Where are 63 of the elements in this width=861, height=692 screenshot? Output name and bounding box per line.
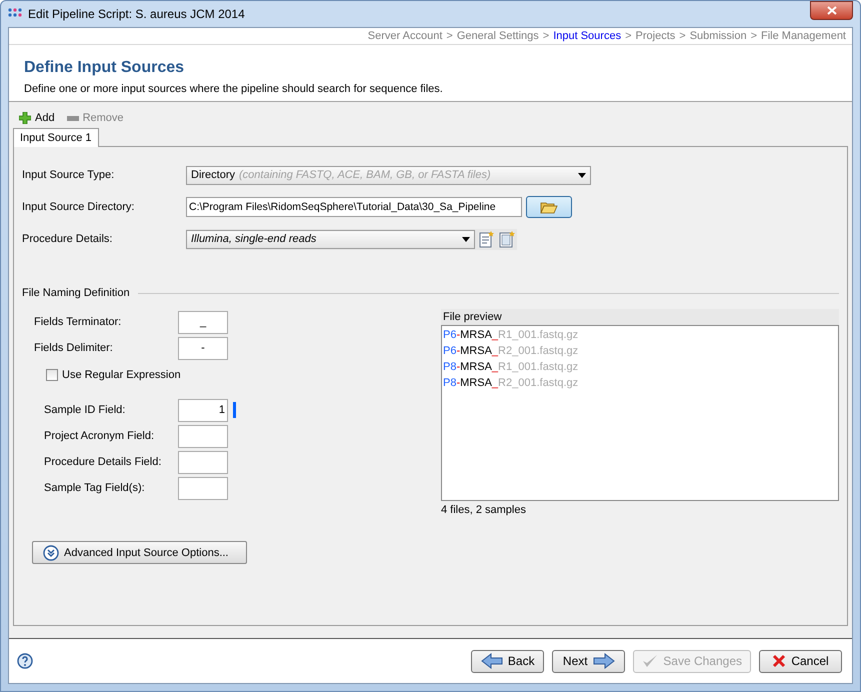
edit-document-icon[interactable] <box>479 230 495 248</box>
checkbox[interactable] <box>46 369 58 381</box>
breadcrumb-link[interactable]: File Management <box>761 30 846 42</box>
breadcrumb-link[interactable]: Projects <box>636 30 676 42</box>
dropdown-arrow-icon <box>578 172 586 178</box>
input-field[interactable]: _ <box>178 310 228 334</box>
new-document-icon[interactable] <box>499 230 515 248</box>
breadcrumb-link[interactable]: Input Sources <box>553 30 622 42</box>
source-type-dropdown[interactable]: Directory (containing FASTQ, ACE, BAM, GB, or FASTA files) <box>186 166 591 184</box>
input-field[interactable]: - <box>178 336 228 360</box>
breadcrumb-link[interactable]: General Settings <box>456 30 539 42</box>
file-name: P6-MRSA_R2_001.fastq.gz <box>443 344 580 359</box>
field-label: Sample ID Field: <box>43 404 126 416</box>
right-arrow-icon <box>592 653 615 669</box>
left-arrow-icon <box>480 653 503 669</box>
field-label: Sample Tag Field(s): <box>43 482 146 494</box>
folder-icon <box>540 200 558 214</box>
field-label: Project Acronym Field: <box>43 430 156 442</box>
input-field[interactable] <box>178 424 228 448</box>
field-label: Input Source Directory: <box>22 201 136 213</box>
advanced-options-button[interactable]: Advanced Input Source Options... <box>32 541 247 564</box>
checkmark-icon <box>642 654 658 668</box>
field-label: Procedure Details: <box>22 233 114 245</box>
directory-field[interactable]: C:\Program Files\RidomSeqSphere\Tutorial_Data\30_Sa_Pipeline <box>186 197 522 217</box>
field-label: Procedure Details Field: <box>43 456 162 468</box>
plus-icon <box>19 112 31 124</box>
close-button[interactable] <box>810 1 853 20</box>
breadcrumb-separator: > <box>750 30 757 42</box>
file-name: P8-MRSA_R2_001.fastq.gz <box>443 376 580 391</box>
add-button[interactable]: Add <box>19 112 55 124</box>
browse-button[interactable] <box>526 196 572 218</box>
input-field[interactable]: 1 <box>178 398 228 422</box>
close-icon <box>826 6 836 15</box>
file-name: P8-MRSA_R1_001.fastq.gz <box>443 360 580 375</box>
field-label: Input Source Type: <box>22 169 116 181</box>
close-icon <box>772 654 786 668</box>
breadcrumb-separator: > <box>542 30 550 42</box>
breadcrumb-separator: > <box>625 30 632 42</box>
field-label: Fields Terminator: <box>33 316 122 328</box>
tab[interactable]: Input Source 1 <box>13 128 99 147</box>
window-title: Edit Pipeline Script: S. aureus JCM 2014 <box>28 7 246 21</box>
checkbox-label: Use Regular Expression <box>62 369 181 381</box>
back-button[interactable]: Back <box>471 650 544 672</box>
breadcrumb-link[interactable]: Submission <box>690 30 747 42</box>
breadcrumb-separator: > <box>679 30 686 42</box>
section-title: File Naming Definition <box>22 287 130 299</box>
page-title: Define Input Sources <box>23 58 186 78</box>
expand-icon <box>43 544 59 560</box>
input-field[interactable] <box>178 476 228 500</box>
minus-icon <box>66 116 79 120</box>
cancel-button[interactable]: Cancel <box>759 650 842 672</box>
help-icon[interactable] <box>17 653 33 669</box>
preview-summary: 4 files, 2 samples <box>441 503 527 516</box>
input-field[interactable] <box>178 450 228 474</box>
file-name: P6-MRSA_R1_001.fastq.gz <box>443 328 580 343</box>
next-button[interactable]: Next <box>552 650 626 672</box>
breadcrumb-separator: > <box>446 30 453 42</box>
breadcrumb-link[interactable]: Server Account <box>368 30 442 42</box>
field-label: Fields Delimiter: <box>33 342 114 354</box>
dropdown-arrow-icon <box>462 236 470 242</box>
page-description: Define one or more input sources where the pipeline should search for sequence files. <box>23 83 444 97</box>
preview-title: File preview <box>441 309 839 325</box>
procedure-dropdown[interactable]: Illumina, single-end reads <box>186 230 475 248</box>
